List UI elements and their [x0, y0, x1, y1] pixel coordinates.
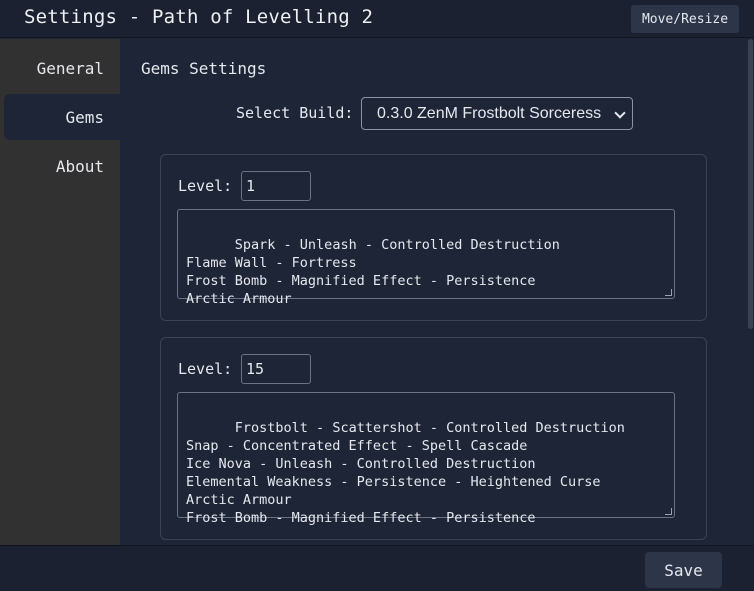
sidebar-item-about[interactable]: About — [4, 143, 120, 189]
gems-text: Spark - Unleash - Controlled Destruction… — [186, 237, 560, 307]
move-resize-button[interactable]: Move/Resize — [631, 5, 739, 33]
chevron-down-icon — [614, 107, 626, 119]
resize-grip-icon[interactable] — [665, 508, 672, 515]
sidebar-item-label: General — [36, 58, 104, 78]
gems-settings-panel: Gems Settings Select Build: 0.3.0 ZenM F… — [120, 39, 746, 545]
save-button[interactable]: Save — [645, 552, 722, 588]
sidebar-item-general[interactable]: General — [4, 45, 120, 91]
level-label: Level: — [178, 360, 233, 378]
level-label: Level: — [178, 177, 233, 195]
sidebar-item-label: About — [55, 156, 104, 176]
sidebar-item-gems[interactable]: Gems — [4, 94, 120, 140]
gems-text: Frostbolt - Scattershot - Controlled Des… — [186, 420, 625, 526]
build-select[interactable]: 0.3.0 ZenM Frostbolt Sorceress — [361, 97, 633, 130]
gem-set-card: Level: 1 Spark - Unleash - Controlled De… — [160, 154, 707, 321]
footer-bar: Save — [0, 545, 754, 591]
gems-textarea[interactable]: Frostbolt - Scattershot - Controlled Des… — [177, 392, 675, 526]
title-bar: Settings - Path of Levelling 2 Move/Resi… — [0, 0, 754, 38]
scrollbar-thumb[interactable] — [748, 39, 753, 329]
sidebar: General Gems About — [0, 39, 120, 545]
build-select-value: 0.3.0 ZenM Frostbolt Sorceress — [377, 104, 602, 122]
resize-grip-icon[interactable] — [665, 289, 672, 296]
gem-set-card: Level: 15 Frostbolt - Scattershot - Cont… — [160, 337, 707, 540]
section-title: Gems Settings — [141, 59, 267, 78]
select-build-label: Select Build: — [236, 104, 354, 122]
level-input[interactable]: 15 — [241, 354, 311, 384]
level-input[interactable]: 1 — [241, 171, 311, 201]
gems-textarea[interactable]: Spark - Unleash - Controlled Destruction… — [177, 209, 675, 307]
sidebar-item-label: Gems — [65, 107, 104, 127]
window-title: Settings - Path of Levelling 2 — [24, 6, 374, 28]
scrollbar[interactable] — [746, 39, 754, 545]
